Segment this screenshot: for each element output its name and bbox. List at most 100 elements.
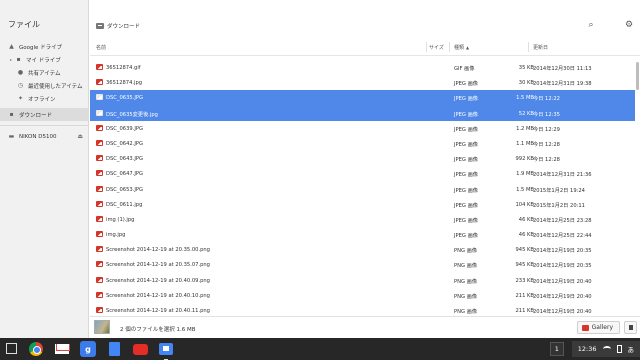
- sidebar-item-recent[interactable]: ◷ 最近使用したアイテム: [0, 79, 89, 92]
- launcher-icon[interactable]: [6, 343, 17, 354]
- file-date: 2014年12月30日 11:13: [533, 66, 592, 72]
- image-file-icon: [96, 170, 103, 177]
- toolbar-icons: ⌕ ⚙: [586, 20, 634, 30]
- status-bar: 2 個のファイルを選択 1.6 MB Gallery: [90, 316, 640, 338]
- file-type: PNG 画像: [454, 278, 478, 285]
- gmail-icon[interactable]: [54, 341, 70, 357]
- file-row[interactable]: DSC_0635.JPG 1.5 MB JPEG 画像 今日 12:22: [90, 90, 635, 106]
- column-divider[interactable]: [449, 42, 450, 52]
- sidebar-item-offline[interactable]: ✦ オフライン: [0, 92, 89, 105]
- sidebar-item-shared[interactable]: ● 共有アイテム: [0, 66, 89, 79]
- file-row[interactable]: 36512874.gif 35 KB GIF 画像 2014年12月30日 11:13: [90, 60, 635, 75]
- file-size: 35 KB: [518, 65, 534, 71]
- clock-icon: ◷: [17, 82, 24, 89]
- notification-badge[interactable]: 1: [549, 342, 564, 356]
- file-name: img (1).jpg: [106, 216, 135, 223]
- file-type: JPEG 画像: [454, 111, 478, 118]
- file-date: 2014年12月19日 20:40: [533, 309, 592, 315]
- file-type: JPEG 画像: [454, 172, 478, 179]
- file-name: Screenshot 2014-12-19 at 20.40.09.png: [106, 277, 210, 284]
- file-row[interactable]: Screenshot 2014-12-19 at 20.35.00.png 945…: [90, 242, 635, 257]
- file-size: 52 KB: [518, 110, 534, 117]
- file-name: DSC_0639.JPG: [106, 125, 144, 132]
- sidebar-item-google-drive[interactable]: ▲ Google ドライブ: [0, 40, 89, 53]
- delete-button[interactable]: [624, 321, 637, 334]
- status-area[interactable]: 12:36 あ: [571, 341, 640, 357]
- file-name: DSC_0642.JPG: [106, 140, 144, 147]
- sidebar-item-label: ダウンロード: [19, 112, 53, 119]
- file-row[interactable]: DSC_0611.jpg 104 KB JPEG 画像 2015年1月2日 20:11: [90, 197, 635, 212]
- column-divider[interactable]: [426, 42, 427, 52]
- image-file-icon: [96, 64, 103, 70]
- file-name: DSC_0635変更後.jpg: [106, 111, 158, 118]
- file-date: 2014年12月19日 20:40: [533, 293, 592, 300]
- file-date: 今日 12:28: [533, 157, 560, 164]
- download-icon: ▪: [9, 111, 14, 118]
- file-date: 2014年12月31日 19:38: [533, 81, 592, 88]
- file-row[interactable]: Screenshot 2014-12-19 at 20.35.07.png 945…: [90, 257, 635, 272]
- system-tray: 1 12:36 あ: [549, 338, 640, 360]
- image-file-icon: [96, 246, 103, 253]
- gallery-label: Gallery: [591, 324, 613, 331]
- file-type: PNG 画像: [454, 263, 478, 270]
- sidebar-item-label: Google ドライブ: [19, 44, 63, 51]
- file-row[interactable]: DSC_0642.JPG 1.1 MB JPEG 画像 今日 12:28: [90, 136, 635, 151]
- ime-indicator: あ: [627, 346, 635, 354]
- file-row[interactable]: 36512874.jpg 30 KB JPEG 画像 2014年12月31日 19:3…: [90, 75, 635, 90]
- files-icon[interactable]: [158, 341, 174, 360]
- youtube-icon[interactable]: [132, 341, 148, 357]
- image-file-icon: [96, 307, 103, 313]
- file-row[interactable]: img (1).jpg 46 KB JPEG 画像 2014年12月25日 23:28: [90, 212, 635, 227]
- file-row[interactable]: DSC_0653.JPG 1.5 MB JPEG 画像 2015年1月2日 19:24: [90, 182, 635, 197]
- sort-ascending-icon: ▲: [466, 45, 470, 50]
- eject-icon[interactable]: ⏏: [77, 133, 83, 140]
- gallery-button[interactable]: Gallery: [576, 321, 620, 334]
- image-file-icon: [96, 109, 103, 116]
- image-file-icon: [96, 124, 103, 131]
- chrome-icon[interactable]: [28, 341, 44, 357]
- column-divider[interactable]: [528, 42, 529, 52]
- file-size: 211 KB: [515, 308, 534, 314]
- sidebar: ファイル ▲ Google ドライブ ▸ ▪ マイ ドライブ ● 共有アイテム …: [0, 0, 89, 338]
- file-row[interactable]: DSC_0643.JPG 992 KB JPEG 画像 今日 12:28: [90, 151, 635, 166]
- file-name: DSC_0643.JPG: [106, 156, 144, 163]
- grid-view-icon[interactable]: [605, 20, 615, 30]
- file-row[interactable]: DSC_0639.JPG 1.2 MB JPEG 画像 今日 12:29: [90, 121, 635, 136]
- file-date: 今日 12:29: [533, 126, 560, 133]
- docs-icon[interactable]: [106, 341, 122, 357]
- file-size: 945 KB: [515, 247, 534, 254]
- image-file-icon: [96, 276, 103, 283]
- column-name[interactable]: 名前: [96, 44, 106, 51]
- breadcrumb[interactable]: ダウンロード: [96, 22, 140, 30]
- file-row[interactable]: img.jpg 46 KB JPEG 画像 2014年12月25日 22:44: [90, 227, 635, 242]
- file-type: JPEG 画像: [454, 217, 478, 224]
- file-date: 2015年1月2日 19:24: [533, 187, 585, 194]
- file-date: 今日 12:35: [533, 111, 560, 118]
- scrollbar[interactable]: [636, 62, 639, 90]
- file-size: 30 KB: [518, 80, 534, 87]
- column-date[interactable]: 更新日: [533, 44, 548, 51]
- file-name: DSC_0611.jpg: [106, 201, 143, 208]
- file-row[interactable]: DSC_0647.JPG 1.9 MB JPEG 画像 2014年12月31日 21:…: [90, 166, 635, 181]
- file-row[interactable]: DSC_0635変更後.jpg 52 KB JPEG 画像 今日 12:35: [90, 105, 635, 121]
- download-folder-icon: [96, 23, 104, 29]
- pin-icon: ✦: [17, 95, 24, 102]
- file-type: JPEG 画像: [454, 96, 478, 103]
- sidebar-item-my-drive[interactable]: ▸ ▪ マイ ドライブ: [0, 53, 89, 66]
- drive-folder-icon: ▪: [16, 56, 21, 63]
- file-row[interactable]: Screenshot 2014-12-19 at 20.40.10.png 211…: [90, 288, 635, 303]
- column-size[interactable]: サイズ: [429, 44, 444, 51]
- image-file-icon: [96, 215, 103, 222]
- column-type[interactable]: 種類: [454, 44, 464, 51]
- file-row[interactable]: Screenshot 2014-12-19 at 20.40.09.png 233…: [90, 273, 635, 288]
- google-search-icon[interactable]: g: [80, 341, 96, 357]
- sidebar-nav: ▲ Google ドライブ ▸ ▪ マイ ドライブ ● 共有アイテム ◷ 最近使…: [0, 40, 89, 143]
- file-date: 2015年1月2日 20:11: [533, 202, 585, 209]
- search-icon[interactable]: ⌕: [586, 20, 596, 30]
- gear-icon[interactable]: ⚙: [624, 20, 634, 30]
- file-size: 233 KB: [515, 277, 534, 284]
- sidebar-item-nikon[interactable]: ▬ NIKON D5100 ⏏: [0, 130, 89, 143]
- expand-arrow-icon[interactable]: ▸: [10, 57, 12, 62]
- sidebar-item-downloads[interactable]: ▪ ダウンロード: [0, 108, 89, 121]
- file-date: 2014年12月31日 21:36: [533, 172, 592, 179]
